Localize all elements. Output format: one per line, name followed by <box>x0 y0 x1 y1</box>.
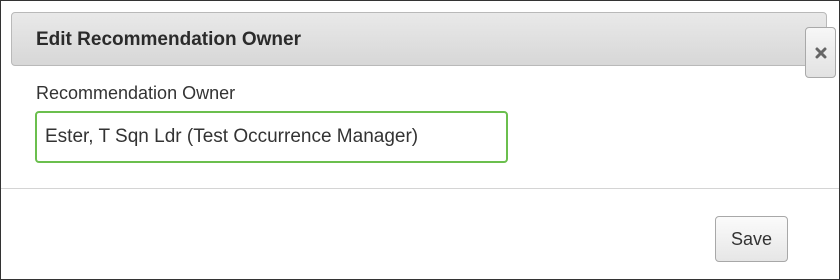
footer-divider <box>1 188 839 189</box>
close-button[interactable] <box>805 27 836 78</box>
close-icon <box>815 47 827 59</box>
dialog-title: Edit Recommendation Owner <box>36 29 301 50</box>
recommendation-owner-label: Recommendation Owner <box>36 83 236 103</box>
dialog-titlebar: Edit Recommendation Owner <box>11 12 827 66</box>
edit-recommendation-owner-dialog: Edit Recommendation Owner Recommendation… <box>0 0 840 280</box>
recommendation-owner-input[interactable] <box>35 111 508 163</box>
save-button[interactable]: Save <box>715 216 788 262</box>
